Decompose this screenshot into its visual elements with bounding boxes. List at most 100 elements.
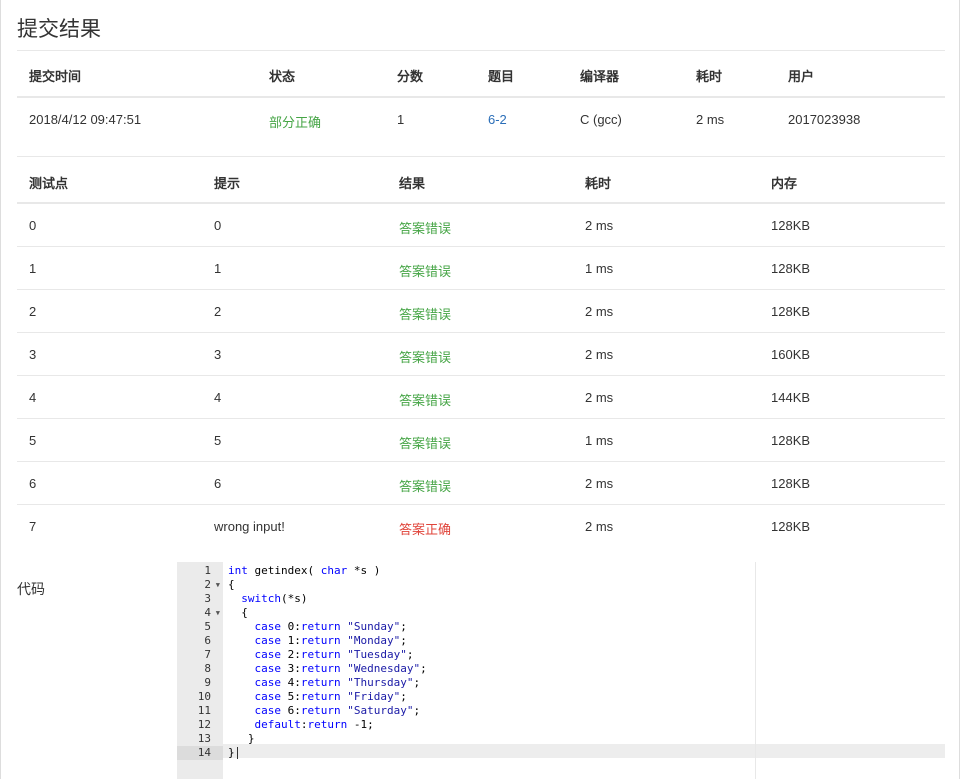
testcase-time: 2 ms (585, 390, 614, 405)
testcase-hint: 2 (214, 304, 222, 319)
testcase-id: 2 (29, 304, 37, 319)
score: 1 (397, 112, 405, 127)
row-divider (17, 246, 945, 247)
testcase-result: 答案错误 (399, 479, 452, 494)
line-number-text: 2 (204, 578, 211, 591)
line-number: 2 ▼ (177, 578, 223, 592)
testcase-hint: 1 (214, 261, 222, 276)
code-line: case 2:return "Tuesday"; (254, 648, 414, 661)
testcase-id: 4 (29, 390, 37, 405)
col-header-time: 耗时 (585, 176, 612, 191)
testcase-memory: 128KB (771, 261, 811, 276)
testcase-memory: 128KB (771, 218, 811, 233)
testcase-result: 答案错误 (399, 221, 452, 236)
code-line: { (228, 606, 248, 619)
testcase-time: 2 ms (585, 218, 614, 233)
testcase-time: 2 ms (585, 519, 614, 534)
code-line: int getindex( char *s ) (228, 564, 381, 577)
line-number-text: 13 (197, 732, 211, 745)
row-divider (17, 375, 945, 376)
line-number: 8 (177, 662, 223, 676)
testcase-memory: 128KB (771, 476, 811, 491)
code-line: case 3:return "Wednesday"; (254, 662, 427, 675)
testcase-hint: 3 (214, 347, 222, 362)
line-number-text: 1 (204, 564, 211, 577)
divider (17, 156, 945, 157)
testcase-id: 3 (29, 347, 37, 362)
line-number: 11 (177, 704, 223, 718)
divider (17, 50, 945, 51)
line-number: 13 (177, 732, 223, 746)
testcase-hint: 5 (214, 433, 222, 448)
fold-toggle-icon[interactable]: ▼ (216, 578, 220, 592)
line-number-text: 3 (204, 592, 211, 605)
testcase-time: 2 ms (585, 347, 614, 362)
line-number-text: 8 (204, 662, 211, 675)
page-title: 提交结果 (17, 18, 101, 41)
testcase-result: 答案错误 (399, 350, 452, 365)
line-number: 3 (177, 592, 223, 606)
col-header-result: 结果 (399, 176, 426, 191)
code-editor[interactable]: 1 2 ▼ 3 4 ▼ 5 6 7 8 9 10 11 12 13 14 int getindex( char… (177, 562, 945, 779)
text-cursor (236, 747, 238, 759)
testcase-hint: 0 (214, 218, 222, 233)
line-number: 10 (177, 690, 223, 704)
code-line: } (228, 746, 238, 760)
testcase-memory: 160KB (771, 347, 811, 362)
testcase-time: 1 ms (585, 433, 614, 448)
print-margin (755, 562, 756, 779)
line-number-text: 12 (197, 718, 211, 731)
line-number-text: 6 (204, 634, 211, 647)
col-header-testcase: 测试点 (29, 176, 69, 191)
line-number: 14 (177, 746, 223, 760)
fold-toggle-icon[interactable]: ▼ (216, 606, 220, 620)
line-number-text: 4 (204, 606, 211, 619)
line-number-gutter: 1 2 ▼ 3 4 ▼ 5 6 7 8 9 10 11 12 13 14 (177, 562, 223, 779)
testcase-id: 7 (29, 519, 37, 534)
col-header-score: 分数 (397, 69, 424, 84)
testcase-id: 6 (29, 476, 37, 491)
row-divider (17, 332, 945, 333)
code-line: switch(*s) (241, 592, 308, 605)
user-id: 2017023938 (788, 112, 861, 127)
row-divider (17, 461, 945, 462)
code-line: case 0:return "Sunday"; (254, 620, 407, 633)
header-divider (17, 96, 945, 98)
code-line: } (228, 732, 255, 745)
line-number-text: 14 (197, 746, 211, 759)
problem-link[interactable]: 6-2 (488, 112, 507, 127)
testcase-time: 2 ms (585, 304, 614, 319)
col-header-problem: 题目 (488, 69, 515, 84)
col-header-submit-time: 提交时间 (29, 69, 82, 84)
testcase-time: 2 ms (585, 476, 614, 491)
testcase-memory: 128KB (771, 433, 811, 448)
testcase-memory: 128KB (771, 519, 811, 534)
line-number-text: 11 (197, 704, 211, 717)
code-line: case 6:return "Saturday"; (254, 704, 421, 717)
code-line: default:return -1; (254, 718, 374, 731)
col-header-user: 用户 (788, 69, 815, 84)
compiler: C (gcc) (580, 112, 622, 127)
line-number-text: 7 (204, 648, 211, 661)
line-number: 5 (177, 620, 223, 634)
testcase-hint: 4 (214, 390, 222, 405)
testcase-id: 0 (29, 218, 37, 233)
testcase-memory: 144KB (771, 390, 811, 405)
line-number: 6 (177, 634, 223, 648)
testcase-result: 答案错误 (399, 307, 452, 322)
submit-time: 2018/4/12 09:47:51 (29, 112, 142, 127)
line-number-text: 10 (197, 690, 211, 703)
col-header-duration: 耗时 (696, 69, 723, 84)
row-divider (17, 418, 945, 419)
submission-result-panel: 提交结果 提交时间 状态 分数 题目 编译器 耗时 用户 2018/4/12 0… (0, 0, 960, 779)
col-header-status: 状态 (269, 69, 296, 84)
header-divider (17, 202, 945, 204)
col-header-compiler: 编译器 (580, 69, 620, 84)
line-number: 9 (177, 676, 223, 690)
testcase-result: 答案错误 (399, 393, 452, 408)
code-line: case 4:return "Thursday"; (254, 676, 421, 689)
col-header-memory: 内存 (771, 176, 798, 191)
line-number-text: 9 (204, 676, 211, 689)
testcase-id: 5 (29, 433, 37, 448)
code-line: case 1:return "Monday"; (254, 634, 407, 647)
